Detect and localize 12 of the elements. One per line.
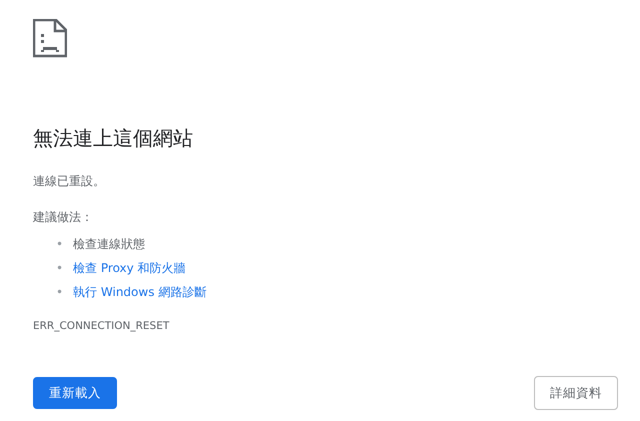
error-code: ERR_CONNECTION_RESET (33, 320, 170, 332)
suggestion-link[interactable]: 執行 Windows 網路診斷 (73, 280, 206, 304)
suggestion-text: 檢查連線狀態 (73, 236, 146, 253)
bullet: • (56, 236, 64, 253)
error-message: 連線已重設。 (33, 173, 106, 190)
suggestion-link[interactable]: 檢查 Proxy 和防火牆 (73, 256, 186, 280)
bullet: • (56, 260, 64, 277)
suggestions-heading: 建議做法： (33, 209, 94, 226)
bullet: • (56, 284, 64, 301)
reload-button[interactable]: 重新載入 (33, 377, 117, 409)
error-title: 無法連上這個網站 (33, 125, 194, 152)
details-button[interactable]: 詳細資料 (534, 376, 618, 410)
